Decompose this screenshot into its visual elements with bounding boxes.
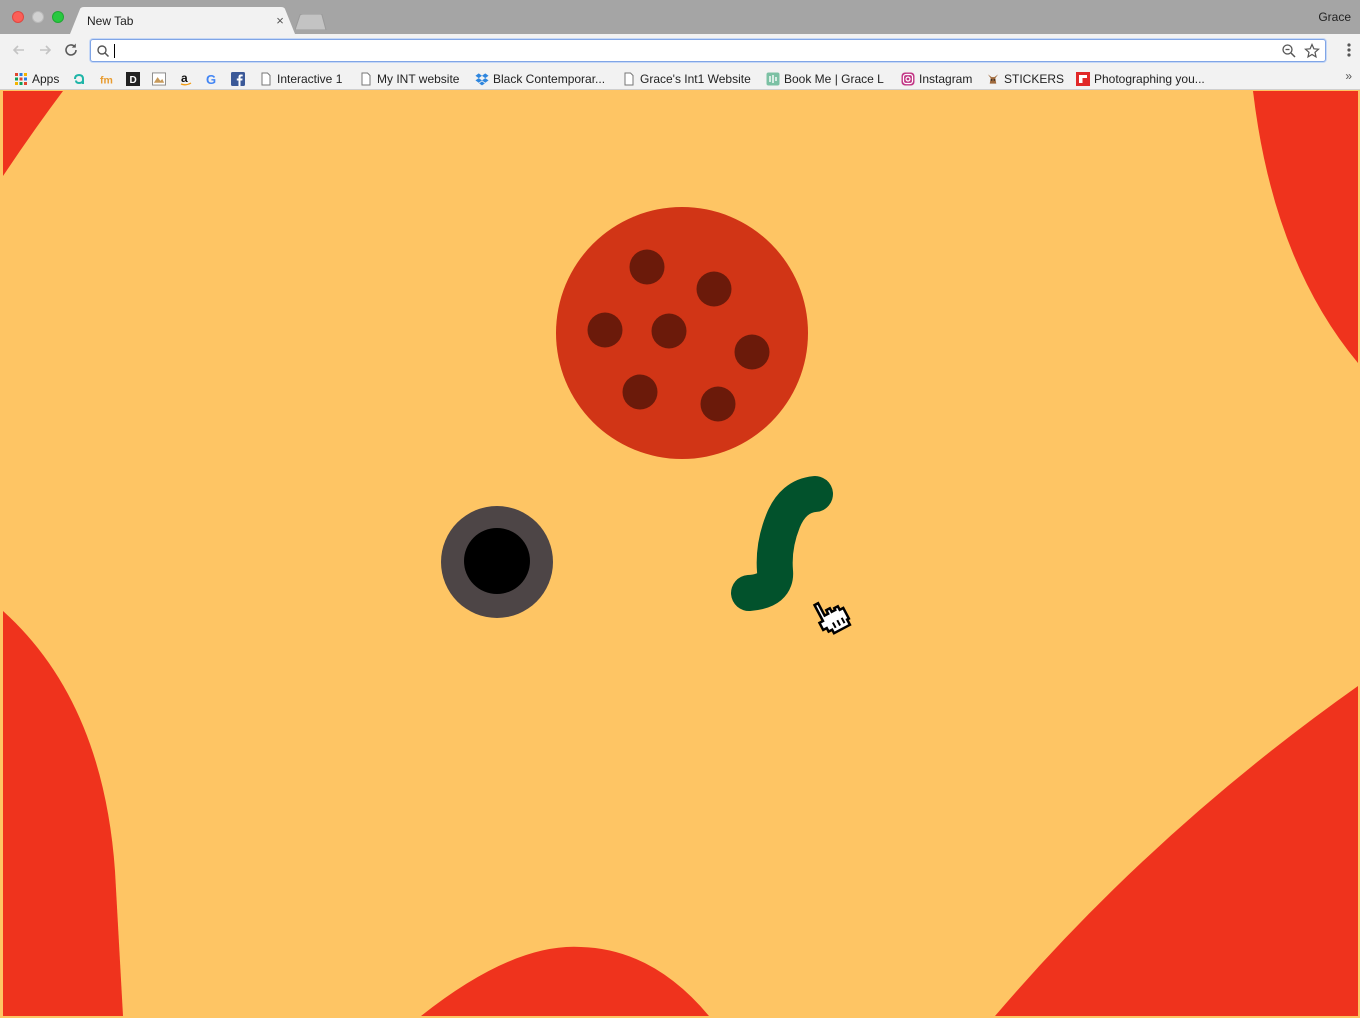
- pepperoni-topping[interactable]: [556, 207, 808, 459]
- search-icon: [97, 45, 110, 58]
- hand-cursor-icon: [812, 601, 852, 635]
- flipboard-icon: [1076, 71, 1090, 86]
- google-icon: G: [206, 72, 216, 86]
- bookmarks-overflow-button[interactable]: »: [1345, 69, 1352, 83]
- svg-text:G: G: [206, 72, 216, 86]
- pizza-illustration: [3, 91, 1358, 1016]
- dropbox-icon: [475, 72, 489, 85]
- new-tab-button[interactable]: [295, 14, 327, 30]
- zoom-out-icon[interactable]: [1281, 43, 1297, 59]
- bookmark-book-me[interactable]: Book Me | Grace L: [766, 70, 884, 87]
- forward-button[interactable]: [35, 40, 55, 60]
- tab-title: New Tab: [87, 14, 134, 28]
- svg-text:a: a: [181, 72, 188, 85]
- bookmark-label: Book Me | Grace L: [784, 71, 884, 86]
- svg-text:D: D: [130, 75, 137, 86]
- olive-topping[interactable]: [441, 506, 553, 618]
- back-button[interactable]: [9, 40, 29, 60]
- bookmark-instagram[interactable]: Instagram: [901, 70, 972, 87]
- bookmark-label: Grace's Int1 Website: [640, 71, 751, 86]
- bookmark-label: Apps: [32, 71, 60, 86]
- bookmark-a-logo[interactable]: [73, 70, 91, 87]
- sauce-blob-top-right: [1253, 91, 1358, 363]
- bookmark-label: Instagram: [919, 71, 973, 86]
- page-icon: [261, 72, 271, 85]
- text-caret: [114, 44, 115, 58]
- calendar-icon: [766, 72, 780, 85]
- address-bar[interactable]: [90, 39, 1326, 62]
- bookmark-label: Photographing you...: [1094, 71, 1205, 86]
- bookmark-black-contemporary[interactable]: Black Contemporar...: [475, 70, 605, 87]
- bookmark-facebook[interactable]: [231, 70, 249, 87]
- page-canvas[interactable]: [3, 91, 1358, 1016]
- maximize-window-button[interactable]: [52, 11, 64, 23]
- a-logo-icon: [74, 73, 84, 84]
- bookmark-stickers[interactable]: STICKERS: [986, 70, 1064, 87]
- bookmark-interactive-1[interactable]: Interactive 1: [259, 70, 342, 87]
- page-icon: [624, 72, 634, 85]
- reload-button[interactable]: [61, 40, 81, 60]
- bookmark-picture[interactable]: [152, 70, 170, 87]
- more-vertical-icon[interactable]: [1346, 42, 1352, 58]
- sauce-blob-bottom-left: [3, 611, 123, 1016]
- sauce-blob-top-left: [3, 91, 63, 176]
- bookmark-photographing[interactable]: Photographing you...: [1076, 70, 1205, 87]
- green-pepper-topping[interactable]: [731, 476, 833, 611]
- bookmark-d-logo[interactable]: D: [126, 70, 144, 87]
- close-window-button[interactable]: [12, 11, 24, 23]
- toolbar: [0, 34, 1360, 66]
- bookmark-graces-int1-website[interactable]: Grace's Int1 Website: [622, 70, 751, 87]
- profile-name[interactable]: Grace: [1318, 10, 1351, 24]
- star-icon[interactable]: [1304, 43, 1320, 59]
- d-logo-icon: D: [126, 71, 140, 86]
- apps-grid-icon: [15, 72, 27, 85]
- minimize-window-button[interactable]: [32, 11, 44, 23]
- sauce-blob-bottom-right: [995, 686, 1358, 1016]
- sauce-blob-bottom-center: [421, 946, 709, 1016]
- bookmark-label: Black Contemporar...: [493, 71, 606, 86]
- bookmark-label: My INT website: [377, 71, 460, 86]
- amazon-icon: a: [180, 72, 192, 85]
- page-icon: [361, 72, 371, 85]
- bookmark-amazon[interactable]: a: [179, 70, 197, 87]
- instagram-icon: [901, 72, 915, 85]
- bookmark-label: STICKERS: [1004, 71, 1065, 86]
- bookmark-google[interactable]: G: [205, 70, 223, 87]
- bookmark-my-int-website[interactable]: My INT website: [359, 70, 459, 87]
- svg-text:fm: fm: [100, 74, 113, 86]
- tab-strip: New Tab × Grace: [0, 0, 1360, 34]
- bookmark-fm-logo[interactable]: fm: [100, 70, 118, 87]
- fm-logo-icon: fm: [100, 74, 113, 86]
- bookmarks-bar: Apps fm D a G Interactive 1 My INT websi…: [0, 66, 1360, 90]
- sticker-icon: [987, 73, 999, 84]
- bookmark-apps[interactable]: Apps: [14, 70, 59, 87]
- facebook-icon: [231, 71, 245, 86]
- tab-new-tab[interactable]: New Tab ×: [70, 7, 295, 34]
- browser-window: New Tab × Grace Apps fm D a G Interactiv…: [0, 0, 1360, 1018]
- bookmark-label: Interactive 1: [277, 71, 343, 86]
- tab-close-icon[interactable]: ×: [273, 13, 287, 28]
- url-input[interactable]: [113, 42, 1263, 59]
- picture-icon: [152, 71, 166, 86]
